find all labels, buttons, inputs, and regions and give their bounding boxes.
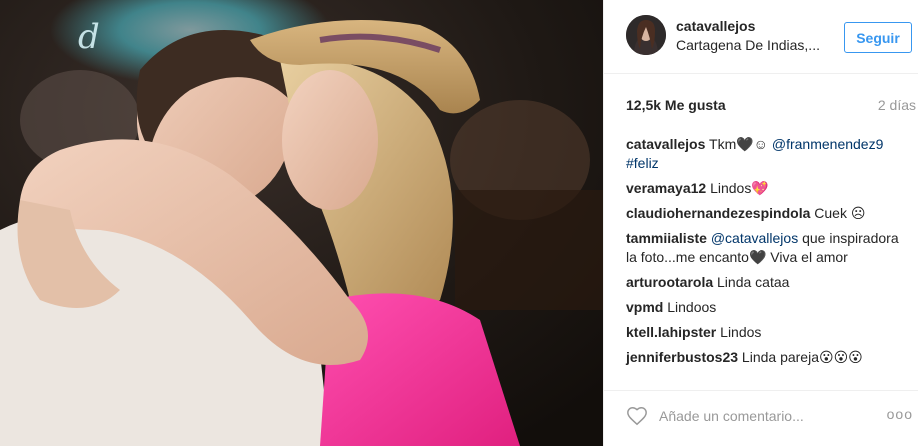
photo-illustration: d	[0, 0, 603, 446]
comment-item: tammiialiste @catavallejos que inspirado…	[626, 229, 911, 267]
comment-text: Cuek ☹	[814, 205, 866, 221]
comment-text: Lindos	[720, 324, 762, 340]
comment-text: Linda cataa	[717, 274, 790, 290]
heart-icon-svg	[627, 407, 647, 426]
comment-text: Lindos💖	[710, 180, 769, 196]
post-header: catavallejos Cartagena De Indias,... Seg…	[604, 0, 918, 74]
comment-mention[interactable]: @franmenendez9	[772, 136, 884, 152]
comment-item: jenniferbustos23 Linda pareja😮😮😮	[626, 348, 911, 367]
comment-item: claudiohernandezespindola Cuek ☹	[626, 204, 911, 223]
comment-author[interactable]: veramaya12	[626, 180, 706, 196]
comment-author[interactable]: arturootarola	[626, 274, 713, 290]
avatar[interactable]	[626, 15, 666, 55]
comment-text: Linda pareja😮😮😮	[741, 349, 863, 365]
post-stats: 12,5k Me gusta 2 días	[626, 97, 916, 113]
more-options-icon[interactable]: ooo	[887, 406, 913, 422]
post-location[interactable]: Cartagena De Indias,...	[676, 37, 820, 53]
comment-text: Lindoos	[667, 299, 717, 315]
post-timestamp[interactable]: 2 días	[878, 97, 916, 113]
comment-item: vpmd Lindoos	[626, 298, 911, 317]
comment-item: ktell.lahipster Lindos	[626, 323, 911, 342]
heart-outline-icon[interactable]	[626, 405, 648, 427]
comment-item: arturootarola Linda cataa	[626, 273, 911, 292]
comments-list: catavallejos Tkm🖤☺ @franmenendez9 #feliz…	[626, 135, 911, 373]
comment-author[interactable]: jenniferbustos23	[626, 349, 738, 365]
comment-mention[interactable]: @catavallejos	[711, 230, 798, 246]
follow-button[interactable]: Seguir	[844, 22, 912, 53]
author-info: catavallejos Cartagena De Indias,...	[676, 18, 820, 53]
comment-input[interactable]	[659, 405, 869, 427]
post-sidebar: catavallejos Cartagena De Indias,... Seg…	[603, 0, 918, 446]
post-photo[interactable]: d	[0, 0, 603, 446]
avatar-image	[626, 15, 666, 55]
comment-author[interactable]: ktell.lahipster	[626, 324, 716, 340]
comment-author[interactable]: catavallejos	[626, 136, 705, 152]
comment-item: veramaya12 Lindos💖	[626, 179, 911, 198]
comment-hashtag[interactable]: #feliz	[626, 155, 659, 171]
comment-author[interactable]: vpmd	[626, 299, 663, 315]
author-username[interactable]: catavallejos	[676, 18, 820, 34]
likes-count[interactable]: 12,5k Me gusta	[626, 97, 726, 113]
comment-text: Tkm🖤☺	[709, 136, 772, 152]
comment-item: catavallejos Tkm🖤☺ @franmenendez9 #feliz	[626, 135, 911, 173]
neon-sign-text: d	[78, 17, 100, 57]
comment-author[interactable]: tammiialiste	[626, 230, 707, 246]
comment-footer: ooo	[604, 390, 918, 446]
comment-author[interactable]: claudiohernandezespindola	[626, 205, 810, 221]
instagram-post: d catavallejos Cartagena De Indias,... S…	[0, 0, 918, 446]
